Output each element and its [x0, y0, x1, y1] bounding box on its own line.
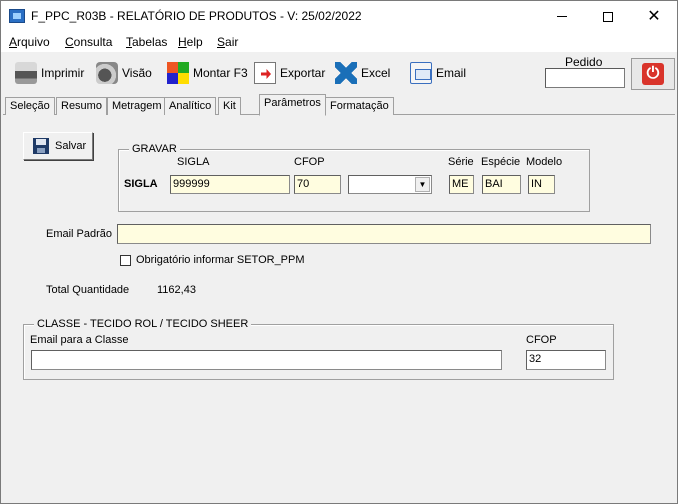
- exportar-button[interactable]: Exportar: [254, 60, 325, 86]
- title-bar: F_PPC_R03B - RELATÓRIO DE PRODUTOS - V: …: [1, 1, 677, 32]
- menu-tabelas[interactable]: Tabelas: [126, 35, 167, 49]
- sigla-input[interactable]: 999999: [170, 175, 290, 194]
- minimize-icon: [557, 16, 567, 17]
- cfop-header: CFOP: [294, 156, 325, 168]
- toolbar: Imprimir Visão Montar F3 Exportar Excel …: [1, 52, 677, 94]
- serie-header: Série: [448, 156, 474, 168]
- tab-analitico[interactable]: Analítico: [164, 97, 217, 115]
- minimize-button[interactable]: [539, 1, 585, 32]
- app-window: F_PPC_R03B - RELATÓRIO DE PRODUTOS - V: …: [0, 0, 678, 504]
- menu-help[interactable]: Help: [178, 35, 203, 49]
- maximize-icon: [603, 11, 613, 22]
- email-icon: [410, 62, 432, 84]
- window-title: F_PPC_R03B - RELATÓRIO DE PRODUTOS - V: …: [31, 9, 362, 23]
- especie-header: Espécie: [481, 156, 521, 168]
- power-icon: ⏻: [642, 63, 664, 85]
- email-padrao-label: Email Padrão: [46, 228, 113, 240]
- menu-consulta[interactable]: Consulta: [65, 35, 112, 49]
- maximize-button[interactable]: [585, 1, 631, 32]
- gravar-legend: GRAVAR: [129, 143, 180, 155]
- puzzle-icon: [167, 62, 189, 84]
- menu-arquivo[interactable]: Arquivo: [9, 35, 50, 49]
- close-button[interactable]: ✕: [631, 1, 677, 32]
- tab-parametros[interactable]: Parâmetros: [259, 94, 326, 116]
- chevron-down-icon[interactable]: ▼: [415, 177, 430, 192]
- pedido-input[interactable]: [545, 68, 625, 88]
- export-icon: [254, 62, 276, 84]
- email-button[interactable]: Email: [410, 60, 466, 86]
- cfop-gravar-input[interactable]: 70: [294, 175, 341, 194]
- email-classe-input[interactable]: [31, 350, 502, 370]
- imprimir-button[interactable]: Imprimir: [15, 60, 84, 86]
- tab-resumo[interactable]: Resumo: [56, 97, 107, 115]
- menu-sair[interactable]: Sair: [217, 35, 238, 49]
- excel-icon: [335, 62, 357, 84]
- app-icon: [9, 9, 25, 23]
- gravar-combo[interactable]: ▼: [348, 175, 432, 194]
- email-classe-label: Email para a Classe: [30, 334, 129, 346]
- pedido-label: Pedido: [565, 55, 603, 69]
- email-padrao-input[interactable]: [117, 224, 651, 244]
- visao-button[interactable]: Visão: [96, 60, 152, 86]
- printer-icon: [15, 62, 37, 84]
- menu-bar: Arquivo Consulta Tabelas Help Sair: [1, 32, 677, 52]
- montar-f3-button[interactable]: Montar F3: [167, 60, 248, 86]
- tab-bar: Seleção Resumo Metragem Analítico Kit Pa…: [3, 94, 675, 116]
- cfop-classe-input[interactable]: 32: [526, 350, 606, 370]
- sigla-row-label: SIGLA: [124, 178, 158, 190]
- obrigatorio-checkbox[interactable]: [120, 255, 131, 266]
- total-quantidade-label: Total Quantidade: [46, 284, 130, 296]
- preview-icon: [96, 62, 118, 84]
- serie-input[interactable]: ME: [449, 175, 474, 194]
- floppy-disk-icon: [33, 138, 49, 154]
- obrigatorio-label: Obrigatório informar SETOR_PPM: [136, 254, 305, 266]
- tab-formatacao[interactable]: Formatação: [325, 97, 394, 115]
- parametros-panel: Salvar GRAVAR SIGLA CFOP Série Espécie M…: [3, 115, 675, 503]
- salvar-button[interactable]: Salvar: [23, 132, 93, 160]
- modelo-input[interactable]: IN: [528, 175, 555, 194]
- modelo-header: Modelo: [526, 156, 563, 168]
- excel-button[interactable]: Excel: [335, 60, 390, 86]
- tab-metragem[interactable]: Metragem: [107, 97, 167, 115]
- total-quantidade-value: 1162,43: [157, 284, 196, 296]
- classe-legend: CLASSE - TECIDO ROL / TECIDO SHEER: [34, 318, 252, 330]
- close-icon: ✕: [647, 7, 661, 25]
- especie-input[interactable]: BAI: [482, 175, 521, 194]
- exit-button[interactable]: ⏻: [631, 58, 675, 90]
- tab-selecao[interactable]: Seleção: [5, 97, 55, 115]
- tab-kit[interactable]: Kit: [218, 97, 241, 115]
- cfop-classe-label: CFOP: [526, 334, 557, 346]
- sigla-header: SIGLA: [177, 156, 210, 168]
